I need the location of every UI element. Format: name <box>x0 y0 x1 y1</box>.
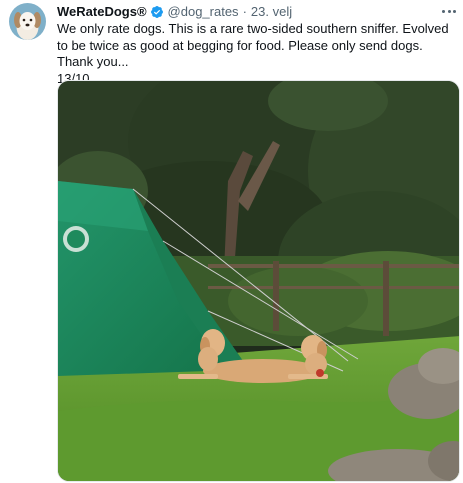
tweet[interactable]: WeRateDogs® @dog_rates · 23. velj We onl… <box>0 0 463 483</box>
avatar[interactable] <box>9 3 46 40</box>
handle[interactable]: @dog_rates <box>168 3 239 21</box>
tweet-photo[interactable] <box>57 80 460 482</box>
timestamp[interactable]: 23. velj <box>251 3 292 21</box>
separator-dot: · <box>242 4 247 19</box>
tweet-header: WeRateDogs® @dog_rates · 23. velj <box>57 3 433 21</box>
dogs-by-tent-photo <box>58 81 459 481</box>
tweet-text: We only rate dogs. This is a rare two-si… <box>57 21 449 86</box>
verified-badge-icon[interactable] <box>150 5 164 19</box>
avatar-image <box>9 3 46 40</box>
more-options-icon[interactable] <box>438 1 460 21</box>
display-name[interactable]: WeRateDogs® <box>57 3 147 21</box>
